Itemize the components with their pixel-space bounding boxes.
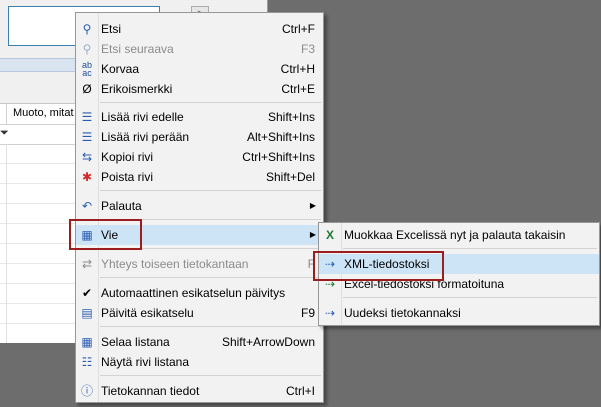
menu-item-label: Lisää rivi perään (101, 130, 190, 144)
menu-item-insert-row-above[interactable]: ☰ Lisää rivi edelle Shift+Ins (76, 107, 323, 127)
menu-item-insert-row-below[interactable]: ☰ Lisää rivi perään Alt+Shift+Ins (76, 127, 323, 147)
menu-item-shortcut: Ctrl+Shift+Ins (242, 150, 315, 164)
menu-separator (343, 297, 597, 298)
search-next-icon: ⚲ (82, 42, 92, 56)
menu-item-label: Yhteys toiseen tietokantaan (101, 257, 249, 271)
replace-icon: ab ac (81, 60, 92, 78)
menu-item-label: Palauta (101, 199, 142, 213)
db-info-icon: ⓘ (80, 384, 93, 398)
menu-item-shortcut: Ctrl+I (285, 384, 315, 398)
menu-item-shortcut: Alt+Shift+Ins (246, 130, 315, 144)
column-header-shape[interactable]: Muoto, mitat (13, 107, 74, 119)
callout-export (69, 219, 142, 250)
menu-separator (100, 102, 321, 103)
undo-icon: ↶ (81, 199, 93, 213)
menu-item-shortcut: Ctrl+F (282, 22, 315, 36)
list-icon: ▦ (81, 335, 93, 349)
menu-separator (100, 190, 321, 191)
menu-item-special-char[interactable]: Ø Erikoismerkki Ctrl+E (76, 79, 323, 99)
menu-item-show-row-list[interactable]: ☷ Näytä rivi listana (76, 352, 323, 372)
submenu-item-label: Uudeksi tietokannaksi (344, 306, 461, 320)
insert-row-above-icon: ☰ (81, 110, 93, 124)
menu-separator (100, 277, 321, 278)
context-menu: ⚲ Etsi Ctrl+F ⚲ Etsi seuraava F3 ab ac Ko… (75, 12, 324, 403)
grid-column-line (6, 144, 7, 343)
menu-item-browse-list[interactable]: ▦ Selaa listana Shift+ArrowDown (76, 332, 323, 352)
menu-item-refresh-preview[interactable]: ▤ Päivitä esikatselu F9 (76, 303, 323, 323)
column-separator (6, 104, 7, 124)
refresh-preview-icon: ▤ (81, 306, 93, 320)
menu-item-find-next[interactable]: ⚲ Etsi seuraava F3 (76, 39, 323, 59)
menu-item-shortcut: F3 (300, 42, 315, 56)
menu-item-shortcut: Shift+Ins (267, 110, 315, 124)
filter-icon[interactable]: ⏷ (0, 127, 9, 140)
menu-item-find[interactable]: ⚲ Etsi Ctrl+F (76, 19, 323, 39)
menu-item-label: Näytä rivi listana (101, 355, 190, 369)
menu-item-label: Tietokannan tiedot (101, 384, 200, 398)
copy-row-icon: ⇆ (81, 150, 93, 164)
submenu-item-new-db[interactable]: ⇢ Uudeksi tietokannaksi (319, 303, 599, 323)
menu-item-db-info[interactable]: ⓘ Tietokannan tiedot Ctrl+I (76, 381, 323, 401)
menu-item-label: Poista rivi (101, 170, 154, 184)
checkmark-icon: ✔ (81, 286, 93, 300)
callout-xml (313, 251, 444, 281)
menu-item-label: Lisää rivi edelle (101, 110, 184, 124)
menu-item-replace[interactable]: ab ac Korvaa Ctrl+H (76, 59, 323, 79)
row-list-icon: ☷ (81, 355, 93, 369)
excel-edit-icon: X (325, 228, 334, 242)
menu-item-undo[interactable]: ↶ Palauta ▶ (76, 196, 323, 216)
special-char-icon: Ø (82, 82, 92, 96)
delete-row-icon: ✱ (81, 170, 93, 184)
menu-item-shortcut: F9 (300, 306, 315, 320)
search-icon: ⚲ (82, 22, 92, 36)
submenu-item-edit-excel[interactable]: X Muokkaa Excelissä nyt ja palauta takai… (319, 225, 599, 245)
menu-item-shortcut: Ctrl+E (281, 82, 315, 96)
menu-separator (100, 326, 321, 327)
menu-item-label: Erikoismerkki (101, 82, 173, 96)
db-connect-icon: ⇄ (81, 257, 93, 271)
menu-item-connect-db[interactable]: ⇄ Yhteys toiseen tietokantaan F (76, 254, 323, 274)
insert-row-below-icon: ☰ (81, 130, 93, 144)
submenu-item-label: Muokkaa Excelissä nyt ja palauta takaisi… (344, 228, 566, 242)
menu-item-copy-row[interactable]: ⇆ Kopioi rivi Ctrl+Shift+Ins (76, 147, 323, 167)
menu-item-label: Etsi seuraava (101, 42, 174, 56)
menu-item-label: Kopioi rivi (101, 150, 154, 164)
submenu-arrow-icon: ▶ (309, 201, 316, 210)
menu-item-label: Selaa listana (101, 335, 170, 349)
menu-item-shortcut: Ctrl+H (280, 62, 315, 76)
menu-item-shortcut: Shift+Del (265, 170, 315, 184)
new-db-icon: ⇢ (324, 306, 336, 320)
menu-item-label: Korvaa (101, 62, 140, 76)
submenu-arrow-icon: ▶ (309, 230, 316, 239)
menu-item-label: Etsi (101, 22, 122, 36)
menu-separator (343, 248, 597, 249)
menu-item-shortcut: Shift+ArrowDown (221, 335, 315, 349)
menu-item-delete-row[interactable]: ✱ Poista rivi Shift+Del (76, 167, 323, 187)
menu-separator (100, 375, 321, 376)
menu-item-label: Automaattinen esikatselun päivitys (101, 286, 286, 300)
menu-item-auto-preview[interactable]: ✔ Automaattinen esikatselun päivitys (76, 283, 323, 303)
menu-item-label: Päivitä esikatselu (101, 306, 194, 320)
